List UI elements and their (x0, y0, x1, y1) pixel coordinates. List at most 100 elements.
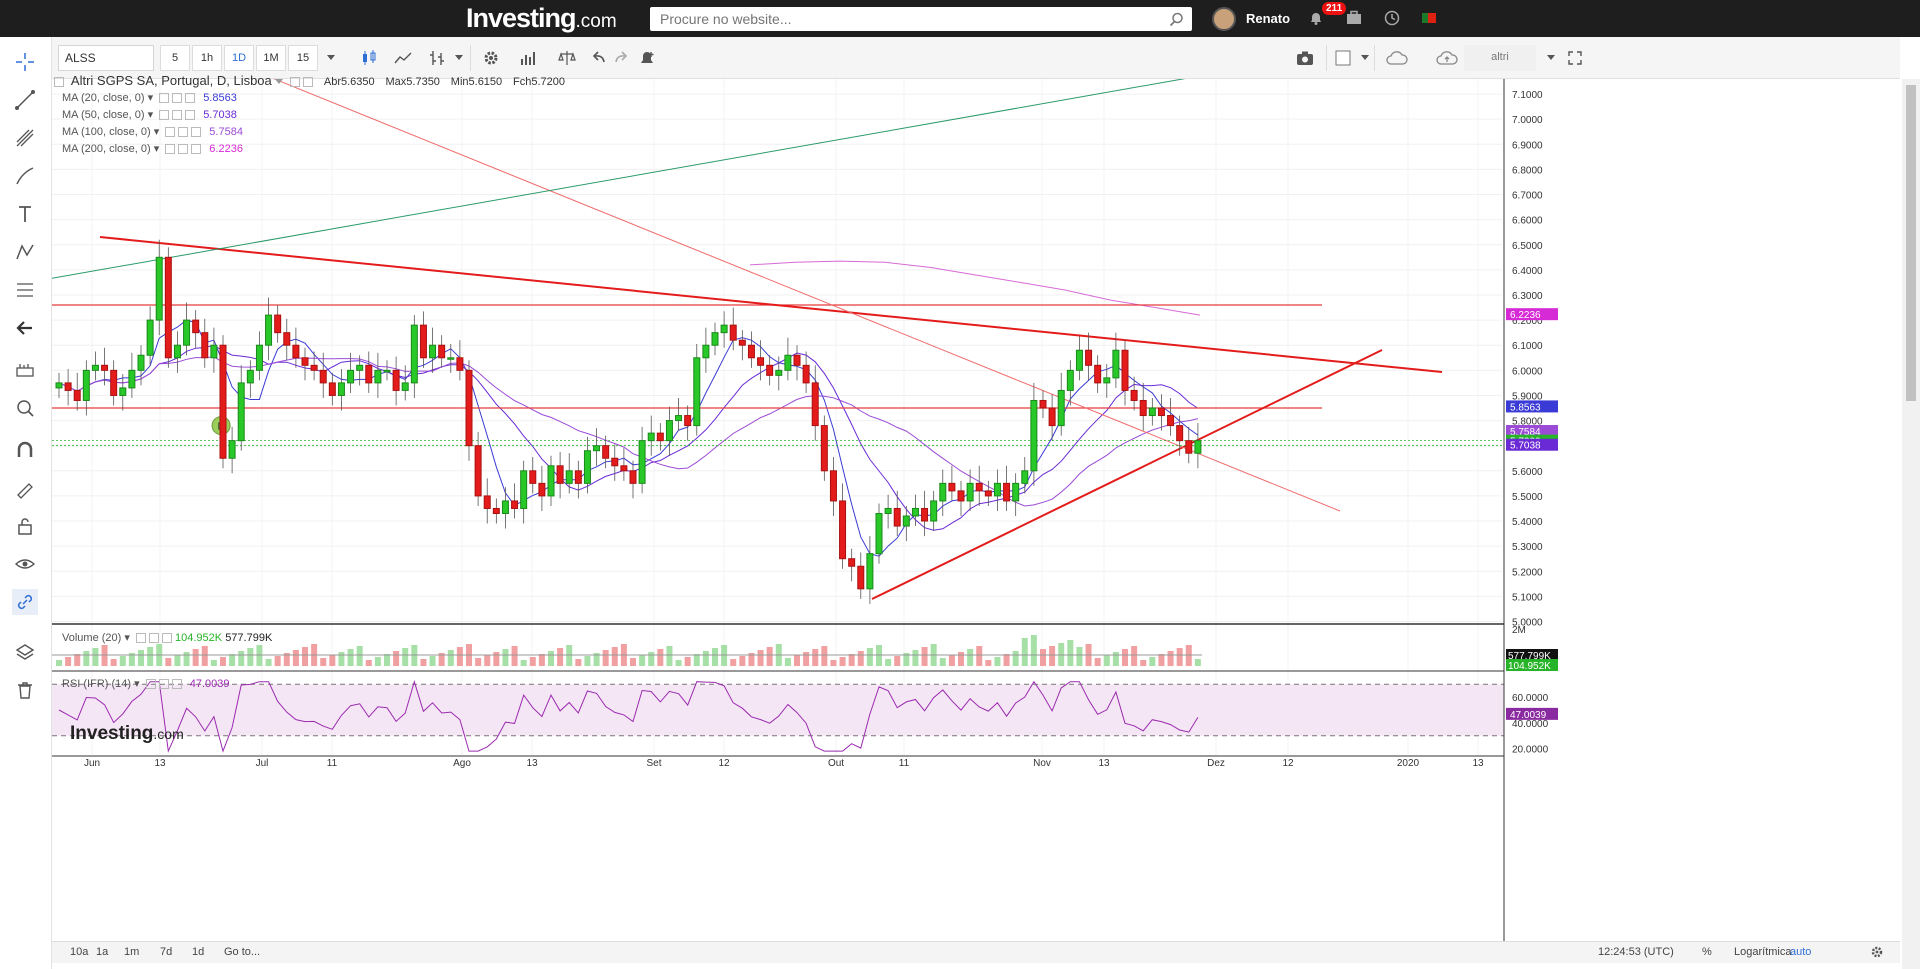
volume-bar (1103, 655, 1110, 666)
search-icon[interactable] (1169, 12, 1184, 27)
candle-up (119, 387, 127, 396)
camera-icon[interactable] (1290, 45, 1320, 71)
interval-1d[interactable]: 1D (224, 45, 254, 71)
candle-up (155, 256, 163, 321)
auto-toggle[interactable]: auto (1790, 946, 1811, 958)
fib-icon[interactable] (12, 277, 38, 303)
site-search[interactable] (650, 7, 1192, 31)
candle-down (802, 364, 810, 384)
goto-button[interactable]: Go to... (224, 946, 260, 958)
ma-100-label: MA (100, close, 0) (62, 126, 151, 138)
fullscreen-icon[interactable] (1560, 45, 1590, 71)
scrollbar-thumb[interactable] (1906, 85, 1916, 401)
lock-icon[interactable] (12, 513, 38, 539)
volume-bar (384, 654, 390, 666)
candle-down (975, 482, 983, 492)
ma-100-value: 5.7584 (209, 126, 243, 138)
brush-icon[interactable] (12, 163, 38, 189)
page-scrollbar[interactable] (1902, 79, 1920, 969)
layout-dropdown-icon[interactable] (1350, 45, 1380, 71)
candle-up (939, 482, 947, 502)
site-logo[interactable]: Investing.com (466, 3, 617, 34)
line-chart-icon[interactable] (388, 45, 418, 71)
volume-bar (1122, 649, 1128, 666)
candle-up (1103, 377, 1111, 384)
interval-5[interactable]: 5 (160, 45, 190, 71)
candle-down (684, 415, 692, 427)
draw-lock-icon[interactable] (12, 475, 38, 501)
percent-toggle[interactable]: % (1702, 946, 1712, 958)
chart-name[interactable]: altri (1464, 45, 1536, 71)
volume-bar (1021, 638, 1028, 666)
link-icon[interactable] (12, 589, 38, 615)
measure-icon[interactable] (12, 357, 38, 383)
text-tool-icon[interactable] (12, 201, 38, 227)
high-value: 5.7350 (406, 76, 440, 88)
volume-bar (976, 646, 983, 666)
range-7d[interactable]: 7d (160, 946, 172, 958)
candle-up (565, 470, 573, 484)
bell-icon[interactable] (1308, 10, 1324, 26)
eye-icon[interactable] (12, 551, 38, 577)
candle-down (829, 470, 837, 502)
top-navbar: Investing.com Renato 211 (0, 0, 1920, 37)
compare-icon[interactable] (552, 45, 582, 71)
legend-settings-icon[interactable] (290, 76, 301, 87)
candle-up (374, 369, 382, 384)
server-time: 12:24:53 (UTC) (1598, 946, 1674, 958)
interval-1m[interactable]: 1M (256, 45, 286, 71)
user-name[interactable]: Renato (1246, 11, 1290, 26)
layers-icon[interactable] (12, 639, 38, 665)
cloud-save-icon[interactable] (1382, 45, 1412, 71)
price-tick-label: 5.3000 (1512, 542, 1543, 553)
back-arrow-icon[interactable] (12, 315, 38, 341)
settings-gear-icon[interactable] (476, 45, 506, 71)
symbol-input[interactable]: ALSS (58, 45, 154, 71)
legend-hide-icon[interactable] (303, 76, 314, 87)
chart-area[interactable]: D 2M60.000040.000020.0000 7.10007.00006.… (52, 73, 1900, 969)
ma-200-label: MA (200, close, 0) (62, 143, 151, 155)
volume-bar (347, 649, 354, 666)
time-tick-label: 13 (1472, 758, 1484, 769)
range-1d[interactable]: 1d (192, 946, 204, 958)
trash-icon[interactable] (12, 677, 38, 703)
pitchfork-icon[interactable] (12, 125, 38, 151)
trend-line-icon[interactable] (12, 87, 38, 113)
interval-15[interactable]: 15 (288, 45, 318, 71)
close-value: 5.7200 (531, 76, 566, 88)
magnet-icon[interactable] (12, 437, 38, 463)
bottom-bar: 10a 1a 1m 7d 1d Go to... 12:24:53 (UTC) … (52, 941, 1900, 963)
volume-bar (1131, 646, 1138, 666)
legend-dropdown-icon[interactable] (275, 79, 284, 85)
range-1y[interactable]: 1a (96, 946, 108, 958)
candle-up (520, 470, 528, 509)
pattern-icon[interactable] (12, 239, 38, 265)
indicators-icon[interactable] (514, 45, 544, 71)
alert-icon[interactable] (632, 45, 662, 71)
volume-bar (292, 650, 299, 666)
zoom-icon[interactable] (12, 395, 38, 421)
search-input[interactable] (650, 7, 1150, 31)
volume-bar (1012, 651, 1019, 666)
interval-dropdown-icon[interactable] (316, 45, 346, 71)
cloud-load-icon[interactable] (1432, 45, 1462, 71)
avatar[interactable] (1212, 7, 1236, 31)
candles-icon[interactable] (354, 45, 384, 71)
volume-bar (229, 654, 236, 666)
candle-up (638, 440, 646, 484)
range-1m[interactable]: 1m (124, 946, 139, 958)
log-toggle[interactable]: Logarítmica (1734, 946, 1791, 958)
candle-up (884, 507, 892, 514)
settings-gear-icon[interactable] (1870, 945, 1884, 959)
volume-bar (1094, 658, 1101, 666)
crosshair-icon[interactable] (12, 49, 38, 75)
portfolio-icon[interactable] (1346, 10, 1362, 26)
price-chart[interactable]: D 2M60.000040.000020.0000 7.10007.00006.… (52, 79, 1900, 941)
collapse-legend-icon[interactable] (54, 76, 64, 87)
range-10y[interactable]: 10a (70, 946, 88, 958)
language-flag-icon[interactable] (1422, 13, 1436, 23)
interval-1h[interactable]: 1h (192, 45, 222, 71)
clock-icon[interactable] (1384, 10, 1400, 26)
candle-down (1130, 389, 1138, 401)
time-tick-label: Jun (84, 758, 100, 769)
